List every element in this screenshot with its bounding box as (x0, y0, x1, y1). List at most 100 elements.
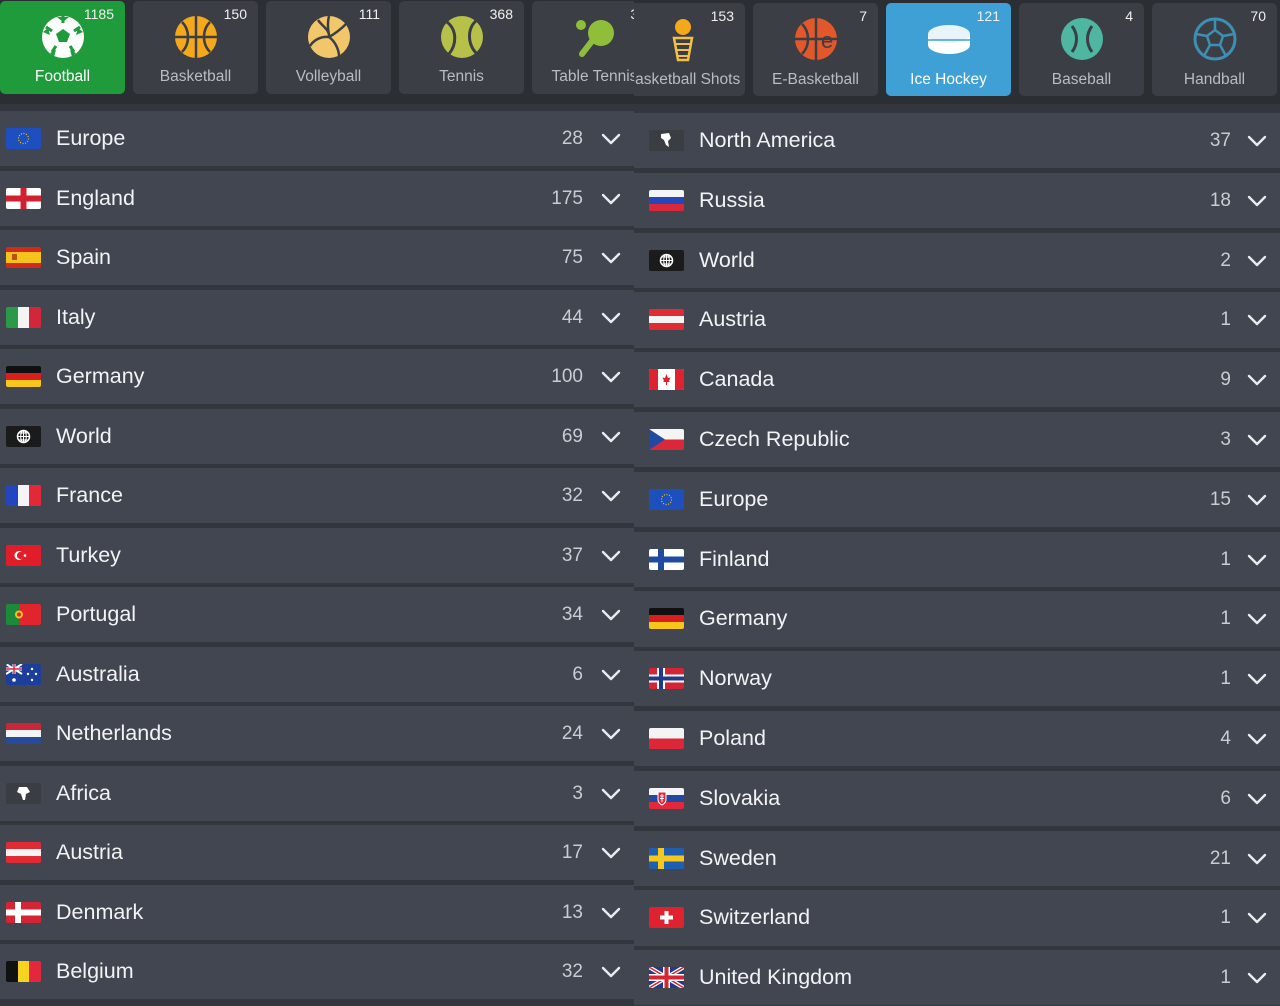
region-name: Slovakia (699, 785, 781, 810)
region-count: 37 (561, 544, 583, 566)
region-row-portugal[interactable]: Portugal 34 (0, 587, 634, 642)
sport-tab-ice-hockey[interactable]: 121 Ice Hockey (886, 3, 1011, 96)
chevron-down-icon[interactable] (1246, 907, 1268, 929)
sport-label: Ice Hockey (910, 71, 987, 88)
flag-france-icon (6, 485, 41, 506)
region-row-norway[interactable]: Norway 1 (634, 651, 1280, 707)
chevron-down-icon[interactable] (600, 664, 622, 686)
chevron-down-icon[interactable] (1246, 608, 1268, 630)
chevron-down-icon[interactable] (1246, 429, 1268, 451)
region-row-netherlands[interactable]: Netherlands 24 (0, 706, 634, 761)
chevron-down-icon[interactable] (1246, 190, 1268, 212)
region-count: 1 (1220, 309, 1231, 331)
sport-tab-e-basketball[interactable]: 7 e E-Basketball (753, 3, 878, 96)
region-row-turkey[interactable]: Turkey 37 (0, 527, 634, 583)
sport-count: 7 (859, 8, 867, 24)
region-row-north-america[interactable]: North America 37 (634, 113, 1280, 169)
sport-tab-volleyball[interactable]: 111 Volleyball (266, 1, 391, 94)
region-row-denmark[interactable]: Denmark 13 (0, 884, 634, 940)
flag-england-icon (6, 187, 41, 209)
sport-count: 70 (1250, 8, 1266, 24)
chevron-down-icon[interactable] (600, 723, 622, 745)
chevron-down-icon[interactable] (600, 366, 622, 388)
chevron-down-icon[interactable] (600, 247, 622, 269)
flag-canada-icon (649, 369, 684, 391)
region-row-spain[interactable]: Spain 75 (0, 230, 634, 285)
region-name: Austria (56, 840, 123, 864)
chevron-down-icon[interactable] (1246, 728, 1268, 750)
flag-spain-icon (6, 247, 41, 268)
region-name: World (56, 423, 112, 448)
tennis-ball-icon (440, 16, 483, 58)
chevron-down-icon[interactable] (600, 485, 622, 507)
sport-tab-tennis[interactable]: 368 Tennis (399, 1, 524, 94)
region-row-africa[interactable]: Africa 3 (0, 765, 634, 821)
sport-tab-basketball[interactable]: 150 Basketball (133, 1, 258, 94)
chevron-down-icon[interactable] (1246, 788, 1268, 810)
chevron-down-icon[interactable] (1246, 369, 1268, 391)
region-row-world[interactable]: World 2 (634, 232, 1280, 288)
flag-portugal-icon (6, 604, 41, 625)
chevron-down-icon[interactable] (1246, 250, 1268, 272)
chevron-down-icon[interactable] (1246, 668, 1268, 690)
chevron-down-icon[interactable] (1246, 967, 1268, 989)
chevron-down-icon[interactable] (600, 426, 622, 448)
flag-turkey-icon (6, 544, 41, 566)
flag-eu-icon (6, 128, 41, 149)
region-row-germany[interactable]: Germany 100 (0, 349, 634, 404)
chevron-down-icon[interactable] (600, 188, 622, 210)
region-count: 175 (551, 187, 583, 209)
region-row-finland[interactable]: Finland 1 (634, 531, 1280, 587)
region-row-poland[interactable]: Poland 4 (634, 710, 1280, 767)
sport-count: 153 (710, 8, 734, 24)
region-name: Canada (699, 367, 775, 392)
region-count: 37 (1209, 130, 1231, 151)
chevron-down-icon[interactable] (600, 783, 622, 805)
region-row-australia[interactable]: Australia 6 (0, 646, 634, 702)
region-row-eu[interactable]: Europe 28 (0, 111, 634, 166)
sport-count: 121 (976, 8, 1000, 24)
sport-tab-basketball-shots[interactable]: 153 Basketball Shots (634, 3, 745, 96)
region-count: 1 (1220, 967, 1231, 989)
e-basketball-icon: e (794, 18, 837, 60)
region-row-canada[interactable]: Canada 9 (634, 352, 1280, 408)
chevron-down-icon[interactable] (600, 842, 622, 864)
region-count: 32 (561, 961, 583, 982)
chevron-down-icon[interactable] (600, 545, 622, 567)
region-row-france[interactable]: France 32 (0, 468, 634, 523)
sport-tab-table-tennis[interactable]: 35 Table Tennis (532, 1, 634, 94)
region-row-slovakia[interactable]: Slovakia 6 (634, 770, 1280, 827)
chevron-down-icon[interactable] (1246, 549, 1268, 571)
region-row-england[interactable]: England 175 (0, 170, 634, 226)
region-list: North America 37 Russia 18 World 2 Austria 1 Can… (634, 113, 1280, 1006)
region-row-germany[interactable]: Germany 1 (634, 591, 1280, 647)
region-row-uk[interactable]: United Kingdom 1 (634, 950, 1280, 1006)
chevron-down-icon[interactable] (600, 307, 622, 329)
region-list: Europe 28 England 175 Spain 75 Italy 44 Germany 1… (0, 111, 634, 1004)
region-row-austria[interactable]: Austria 17 (0, 825, 634, 880)
chevron-down-icon[interactable] (1246, 309, 1268, 331)
sport-tab-baseball[interactable]: 4 Baseball (1019, 3, 1144, 96)
region-row-austria[interactable]: Austria 1 (634, 292, 1280, 348)
chevron-down-icon[interactable] (1246, 848, 1268, 870)
flag-africa-icon (6, 782, 41, 804)
chevron-down-icon[interactable] (1246, 489, 1268, 511)
region-row-switzerland[interactable]: Switzerland 1 (634, 890, 1280, 946)
chevron-down-icon[interactable] (600, 128, 622, 150)
region-row-world[interactable]: World 69 (0, 408, 634, 464)
chevron-down-icon[interactable] (600, 902, 622, 924)
region-row-eu[interactable]: Europe 15 (634, 471, 1280, 528)
sport-tabs-bar: 1185 Football 150 Basketball 111 Volleyb… (0, 0, 634, 104)
region-row-czech[interactable]: Czech Republic 3 (634, 411, 1280, 468)
region-name: Italy (56, 304, 96, 329)
region-row-sweden[interactable]: Sweden 21 (634, 830, 1280, 886)
region-row-belgium[interactable]: Belgium 32 (0, 944, 634, 999)
region-row-russia[interactable]: Russia 18 (634, 172, 1280, 229)
chevron-down-icon[interactable] (600, 604, 622, 626)
chevron-down-icon[interactable] (1246, 130, 1268, 152)
sport-tab-handball[interactable]: 70 Handball (1152, 3, 1277, 96)
chevron-down-icon[interactable] (600, 961, 622, 983)
region-row-italy[interactable]: Italy 44 (0, 289, 634, 345)
sport-tab-football[interactable]: 1185 Football (0, 1, 125, 94)
region-name: Portugal (56, 602, 137, 626)
